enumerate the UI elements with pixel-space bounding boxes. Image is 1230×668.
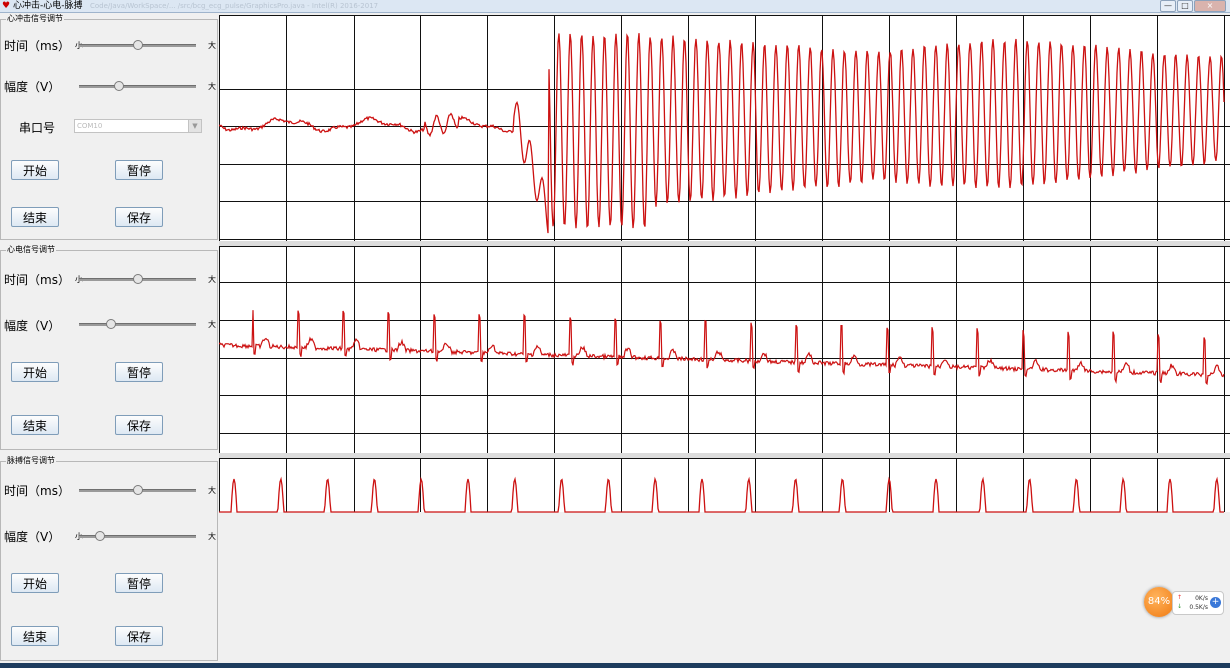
pulse-panel-title: 脉搏信号调节 xyxy=(6,455,56,466)
bcg-start-button[interactable]: 开始 xyxy=(11,160,59,180)
bcg-control-panel: 心冲击信号调节 时间（ms） 小 大 幅度（V） 大 串口号 COM10 ▼ 开… xyxy=(0,13,218,240)
ecg-amp-label: 幅度（V） xyxy=(4,319,61,333)
ecg-pause-button[interactable]: 暂停 xyxy=(115,362,163,382)
bcg-time-big: 大 xyxy=(208,41,216,50)
window-title: 心冲击-心电-脉搏 xyxy=(13,1,83,11)
slider-thumb[interactable] xyxy=(132,274,143,284)
pulse-time-big: 大 xyxy=(208,486,216,495)
ecg-control-panel: 心电信号调节 时间（ms） 小 大 幅度（V） 大 开始 暂停 结束 保存 xyxy=(0,244,218,450)
network-speed-widget: ↑ 0K/s ↓ 0.5K/s + xyxy=(1172,591,1224,615)
ecg-save-button[interactable]: 保存 xyxy=(115,415,163,435)
title-bar: ♥ 心冲击-心电-脉搏 Code/Java/WorkSpace/... /src… xyxy=(0,0,1230,13)
bcg-amp-label: 幅度（V） xyxy=(4,80,61,94)
ecg-end-button[interactable]: 结束 xyxy=(11,415,59,435)
pulse-amp-big: 大 xyxy=(208,532,216,541)
plot-separator xyxy=(219,453,1230,458)
pulse-amp-label: 幅度（V） xyxy=(4,530,61,544)
plot-separator xyxy=(219,241,1230,246)
bcg-panel-title: 心冲击信号调节 xyxy=(6,13,64,24)
bcg-pause-button[interactable]: 暂停 xyxy=(115,160,163,180)
pulse-time-slider[interactable] xyxy=(79,485,196,495)
plot-background xyxy=(219,15,1230,241)
serial-port-value: COM10 xyxy=(77,122,103,130)
bcg-time-slider[interactable] xyxy=(79,40,196,50)
ecg-panel-title: 心电信号调节 xyxy=(6,244,56,255)
bcg-end-button[interactable]: 结束 xyxy=(11,207,59,227)
slider-thumb[interactable] xyxy=(132,40,143,50)
close-button[interactable]: × xyxy=(1194,0,1226,12)
arrow-up-icon: ↑ xyxy=(1177,594,1183,601)
chevron-down-icon[interactable]: ▼ xyxy=(188,120,201,132)
ecg-amp-big: 大 xyxy=(208,320,216,329)
pulse-amp-slider[interactable] xyxy=(79,531,196,541)
pulse-end-button[interactable]: 结束 xyxy=(11,626,59,646)
download-speed: 0.5K/s xyxy=(1189,604,1208,611)
pulse-control-panel: 脉搏信号调节 时间（ms） 大 幅度（V） 小 大 开始 暂停 结束 保存 xyxy=(0,455,218,661)
slider-thumb[interactable] xyxy=(132,485,143,495)
waveform-canvas xyxy=(219,15,1230,513)
upload-speed: 0K/s xyxy=(1195,595,1208,602)
minimize-button[interactable]: — xyxy=(1160,0,1176,12)
app-heart-icon: ♥ xyxy=(2,1,11,11)
serial-port-label: 串口号 xyxy=(19,121,56,135)
maximize-button[interactable]: □ xyxy=(1177,0,1193,12)
ecg-amp-slider[interactable] xyxy=(79,319,196,329)
cpu-usage-badge[interactable]: 84% xyxy=(1144,587,1174,617)
bcg-time-label: 时间（ms） xyxy=(4,39,70,53)
plus-icon[interactable]: + xyxy=(1210,597,1221,608)
pulse-time-label: 时间（ms） xyxy=(4,484,70,498)
ecg-time-big: 大 xyxy=(208,275,216,284)
pulse-start-button[interactable]: 开始 xyxy=(11,573,59,593)
bcg-amp-big: 大 xyxy=(208,82,216,91)
window-path: Code/Java/WorkSpace/... /src/bcg_ecg_pul… xyxy=(90,2,379,10)
pulse-pause-button[interactable]: 暂停 xyxy=(115,573,163,593)
plot-background xyxy=(219,246,1230,459)
slider-track xyxy=(79,85,196,88)
bcg-amp-slider[interactable] xyxy=(79,81,196,91)
bcg-save-button[interactable]: 保存 xyxy=(115,207,163,227)
pulse-save-button[interactable]: 保存 xyxy=(115,626,163,646)
slider-thumb[interactable] xyxy=(114,81,125,91)
slider-thumb[interactable] xyxy=(95,531,106,541)
ecg-time-slider[interactable] xyxy=(79,274,196,284)
taskbar xyxy=(0,663,1230,668)
slider-track xyxy=(79,323,196,326)
waveform-display xyxy=(219,13,1230,665)
serial-port-select[interactable]: COM10 ▼ xyxy=(74,119,202,133)
slider-thumb[interactable] xyxy=(105,319,116,329)
ecg-time-label: 时间（ms） xyxy=(4,273,70,287)
ecg-start-button[interactable]: 开始 xyxy=(11,362,59,382)
arrow-down-icon: ↓ xyxy=(1177,603,1183,610)
